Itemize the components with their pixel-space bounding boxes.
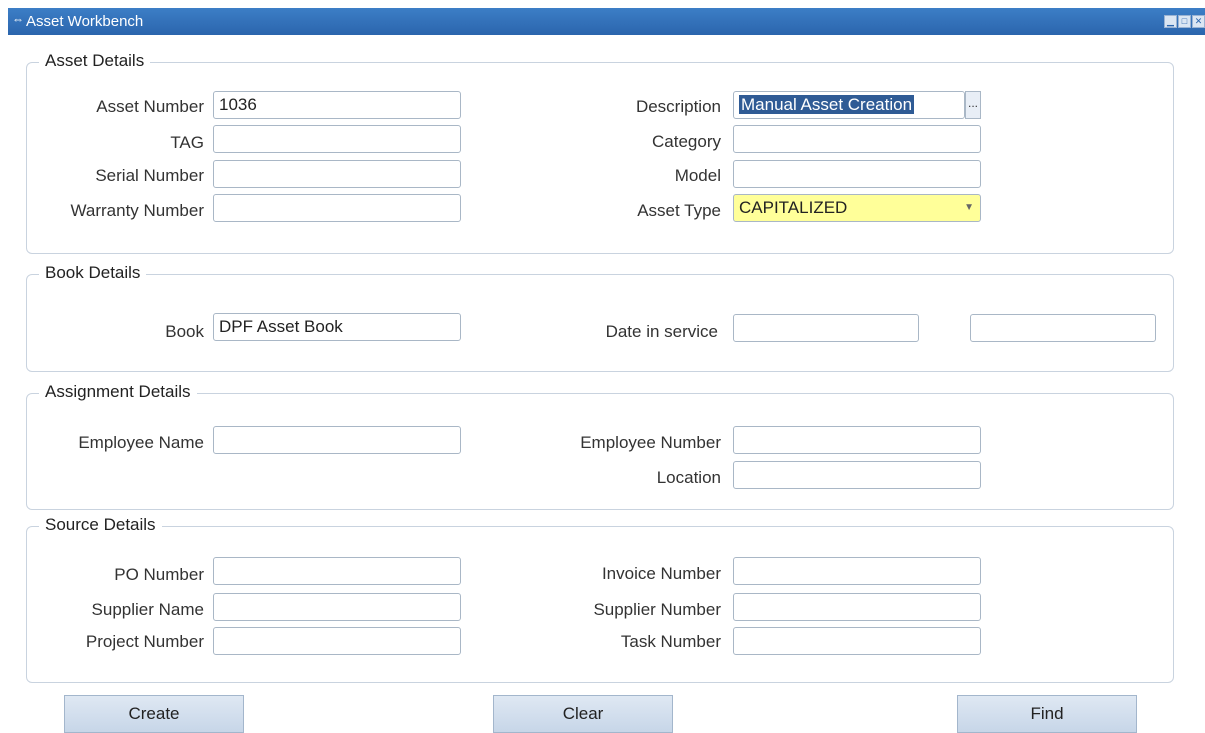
employee-number-field[interactable]: [733, 426, 981, 454]
description-field[interactable]: Manual Asset Creation: [733, 91, 965, 119]
clear-button[interactable]: Clear: [493, 695, 673, 733]
location-label: Location: [656, 468, 721, 487]
invoice-number-field[interactable]: [733, 557, 981, 585]
warranty-number-field[interactable]: [213, 194, 461, 222]
invoice-number-label: Invoice Number: [601, 564, 721, 583]
book-field[interactable]: DPF Asset Book: [213, 313, 461, 341]
supplier-name-label: Supplier Name: [91, 600, 204, 619]
supplier-number-label: Supplier Number: [593, 600, 721, 619]
serial-number-field[interactable]: [213, 160, 461, 188]
employee-name-label: Employee Name: [78, 433, 204, 452]
asset-type-select[interactable]: CAPITALIZED ▼: [733, 194, 981, 222]
asset-number-label: Asset Number: [96, 97, 204, 116]
project-number-field[interactable]: [213, 627, 461, 655]
asset-type-value: CAPITALIZED: [739, 198, 848, 217]
supplier-number-field[interactable]: [733, 593, 981, 621]
description-label: Description: [635, 97, 721, 116]
book-details-title: Book Details: [39, 263, 147, 283]
description-lov-button[interactable]: ...: [965, 91, 981, 119]
tag-field[interactable]: [213, 125, 461, 153]
employee-number-label: Employee Number: [580, 433, 721, 452]
project-number-label: Project Number: [85, 632, 204, 651]
source-details-title: Source Details: [39, 515, 162, 535]
serial-number-label: Serial Number: [95, 166, 204, 185]
category-label: Category: [652, 132, 721, 151]
restore-icon[interactable]: □: [1178, 15, 1191, 28]
date-in-service-label: Date in service: [605, 322, 718, 341]
po-number-field[interactable]: [213, 557, 461, 585]
window-titlebar: ⇔ Asset Workbench ▁ □ ✕: [8, 8, 1205, 35]
task-number-label: Task Number: [620, 632, 721, 651]
date-in-service-time-field[interactable]: [970, 314, 1156, 342]
date-in-service-field[interactable]: [733, 314, 919, 342]
window-client-area: Asset Details Asset Number 1036 TAG Seri…: [8, 35, 1205, 733]
model-field[interactable]: [733, 160, 981, 188]
model-label: Model: [674, 166, 721, 185]
asset-details-group: Asset Details: [26, 51, 1174, 254]
create-button[interactable]: Create: [64, 695, 244, 733]
employee-name-field[interactable]: [213, 426, 461, 454]
window-title: Asset Workbench: [26, 13, 144, 30]
assignment-details-title: Assignment Details: [39, 382, 197, 402]
asset-details-title: Asset Details: [39, 51, 151, 71]
task-number-field[interactable]: [733, 627, 981, 655]
asset-type-label: Asset Type: [637, 201, 721, 220]
find-button[interactable]: Find: [957, 695, 1137, 733]
po-number-label: PO Number: [114, 565, 204, 584]
app-window-icon: ⇔: [12, 12, 24, 26]
book-label: Book: [165, 322, 204, 341]
supplier-name-field[interactable]: [213, 593, 461, 621]
chevron-down-icon[interactable]: ▼: [964, 197, 974, 219]
warranty-number-label: Warranty Number: [70, 201, 204, 220]
minimize-icon[interactable]: ▁: [1164, 15, 1177, 28]
tag-label: TAG: [170, 133, 204, 152]
location-field[interactable]: [733, 461, 981, 489]
category-field[interactable]: [733, 125, 981, 153]
asset-number-field[interactable]: 1036: [213, 91, 461, 119]
close-icon[interactable]: ✕: [1192, 15, 1205, 28]
description-selected-text: Manual Asset Creation: [739, 95, 915, 114]
